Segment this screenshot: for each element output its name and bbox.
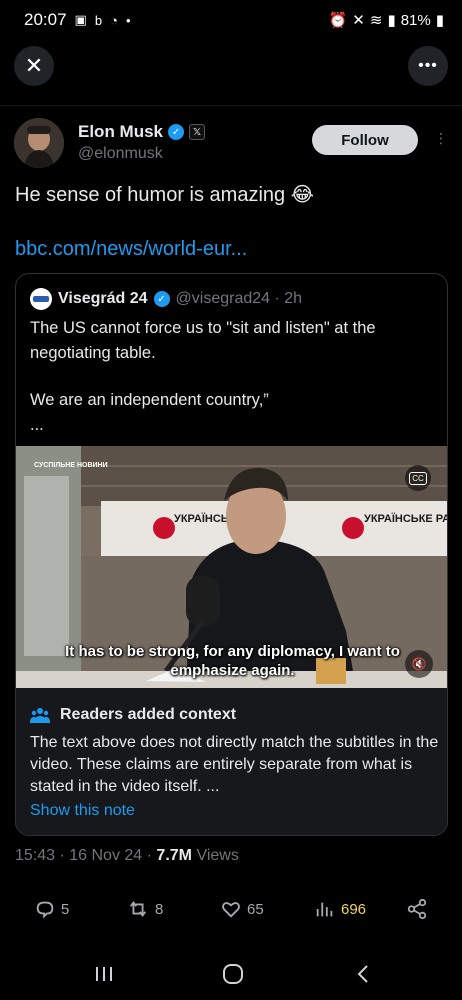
signal-icon: ▮: [387, 12, 396, 29]
verified-badge-icon: ✓: [168, 124, 185, 140]
views-label: Views: [192, 847, 239, 864]
quoted-post[interactable]: Visegrád 24 ✓ @visegrad24 · 2h The US ca…: [15, 273, 448, 836]
repost-button[interactable]: 8: [126, 898, 163, 920]
channel-logo: СУСПІЛЬНЕ НОВИНИ: [34, 462, 108, 469]
like-button[interactable]: 65: [220, 898, 264, 920]
recent-apps-icon[interactable]: [89, 962, 119, 986]
radio-sign-2: УКРАЇНСЬКЕ РАДІО: [364, 512, 448, 525]
verified-badge-icon: ✓: [153, 291, 170, 307]
tweet-author: Elon Musk ✓ 𝕏 @elonmusk Follow ⋮: [14, 118, 448, 172]
alarm-icon: ⏰: [328, 12, 348, 29]
share-button[interactable]: [406, 898, 428, 920]
heart-icon: [222, 902, 240, 918]
status-bar: 20:07 ▣ b ◔ • ⏰ ✕ ≋ ▮ 81% ▮: [0, 0, 462, 40]
author-handle[interactable]: @elonmusk: [78, 145, 163, 163]
battery-icon: ▮: [435, 12, 444, 29]
top-nav: ✕ •••: [0, 46, 462, 88]
volume-muted-icon[interactable]: 🔇: [405, 650, 433, 678]
share-icon: [407, 898, 427, 920]
video-subtitle-line: It has to be strong, for any diplomacy, …: [65, 643, 400, 660]
like-count: 65: [247, 900, 264, 918]
quote-author-name: Visegrád 24: [58, 290, 148, 307]
reply-button[interactable]: 5: [34, 898, 69, 920]
post-menu-icon[interactable]: ⋮: [434, 130, 448, 147]
wifi-icon: ≋: [369, 12, 383, 29]
avatar[interactable]: [14, 118, 64, 168]
community-note-title: Readers added context: [60, 706, 237, 723]
action-bar: 5 8 65 696: [0, 898, 462, 932]
author-name-row[interactable]: Elon Musk ✓ 𝕏: [78, 122, 206, 142]
close-icon: ✕: [24, 53, 44, 78]
battery-percent: 81%: [400, 11, 431, 29]
views-count: 7.7M: [156, 847, 192, 864]
community-note-header: Readers added context: [30, 706, 236, 724]
video-subtitle-line: emphasize again.: [170, 662, 295, 679]
author-name[interactable]: Elon Musk: [78, 122, 163, 142]
reply-icon: [36, 901, 54, 919]
post-meta: 15:43 · 16 Nov 24 · 7.7M Views: [15, 847, 239, 865]
quote-line: negotiating table.: [30, 344, 156, 362]
quote-line: The US cannot force us to "sit and liste…: [30, 319, 376, 337]
show-note-link[interactable]: Show this note: [30, 802, 135, 820]
divider: [0, 105, 462, 106]
repost-count: 8: [155, 900, 164, 918]
post-timestamp: 15:43 · 16 Nov 24 ·: [15, 847, 157, 864]
home-icon[interactable]: [218, 962, 248, 986]
status-time: 20:07: [24, 10, 67, 29]
reply-count: 5: [61, 900, 70, 918]
close-button[interactable]: ✕: [14, 46, 54, 86]
views-icon: [316, 902, 333, 917]
more-options-button[interactable]: •••: [408, 46, 448, 86]
notification-icon: ◔: [110, 12, 118, 28]
quote-handle-time: @visegrad24 · 2h: [175, 290, 303, 307]
captions-icon[interactable]: CC: [405, 465, 431, 491]
quote-avatar: [30, 288, 52, 310]
quote-header: Visegrád 24 ✓ @visegrad24 · 2h: [30, 288, 302, 310]
b-app-icon: b: [94, 12, 103, 28]
repost-icon: [129, 901, 147, 917]
tweet-text: He sense of humor is amazing 😂: [15, 184, 315, 206]
video-player[interactable]: УКРАЇНСЬКЕ РАДІО УКРАЇНСЬКЕ РАДІО СУСПІЛ…: [16, 446, 448, 688]
more-icon: •••: [418, 57, 438, 74]
quote-text: The US cannot force us to "sit and liste…: [30, 316, 435, 438]
views-count-action: 696: [341, 900, 367, 918]
x-affiliation-icon: 𝕏: [189, 124, 206, 140]
community-note[interactable]: Readers added context The text above doe…: [16, 688, 447, 835]
people-icon: [30, 708, 50, 723]
tweet-link[interactable]: bbc.com/news/world-eur...: [15, 238, 247, 261]
mute-status-icon: ✕: [352, 12, 365, 29]
follow-button[interactable]: Follow: [312, 125, 418, 155]
gallery-icon: ▣: [74, 12, 87, 27]
community-note-body: The text above does not directly match t…: [30, 734, 439, 795]
views-button[interactable]: 696: [314, 898, 366, 920]
quote-line: We are an independent country,”: [30, 391, 269, 409]
quote-line: ...: [30, 416, 44, 434]
back-icon[interactable]: [348, 962, 378, 986]
dot-icon: •: [125, 12, 131, 28]
system-nav-bar: [0, 952, 462, 1000]
